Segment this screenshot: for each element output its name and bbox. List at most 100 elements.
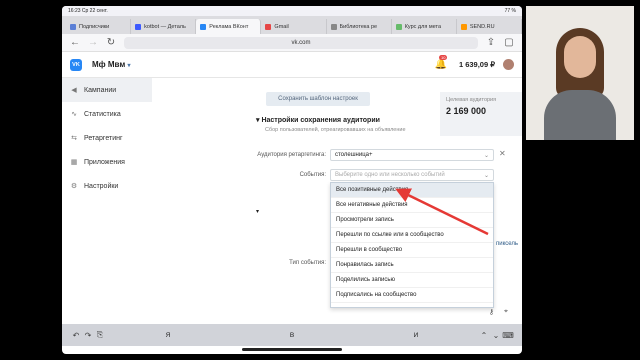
tab-label: Gmail xyxy=(274,23,289,30)
dropdown-option[interactable]: Понравилась запись xyxy=(331,258,493,273)
gear-icon: ⚙ xyxy=(70,183,78,190)
browser-tab[interactable]: Gmail xyxy=(261,19,327,34)
reload-icon[interactable]: ↻ xyxy=(106,37,116,48)
tab-favicon-icon xyxy=(135,23,142,30)
url-bar: ← → ↻ vk.com ⇪ ▢ xyxy=(62,34,522,52)
browser-tabs: Подписчики kotbot — Деталь Реклама ВКонт Gm… xyxy=(62,16,522,34)
home-indicator xyxy=(242,348,342,351)
audience-size-value: 2 169 000 xyxy=(446,106,487,116)
vk-logo[interactable]: VK xyxy=(70,58,82,71)
location-icon[interactable]: ⌖ xyxy=(504,308,508,316)
dropdown-option[interactable]: Перешли в сообщество xyxy=(331,243,493,258)
main-content: Сохранить шаблон настроек ▾ Настройки со… xyxy=(152,78,522,324)
browser-tab[interactable]: Библиотека ре xyxy=(327,19,392,34)
tab-favicon-icon xyxy=(200,23,207,30)
clipboard-icon[interactable]: ⎘ xyxy=(94,330,106,340)
presenter-body xyxy=(544,90,616,140)
dropdown-option[interactable]: Подписались на сообщество xyxy=(331,288,493,303)
apps-icon: ▦ xyxy=(70,159,78,166)
dropdown-option[interactable]: Просмотрели запись xyxy=(331,213,493,228)
pixel-link[interactable]: пиксель xyxy=(496,241,518,247)
tab-favicon-icon xyxy=(265,23,272,30)
forward-icon[interactable]: → xyxy=(88,37,98,48)
back-icon[interactable]: ← xyxy=(70,37,80,48)
key-icon[interactable]: ⚷ xyxy=(489,308,494,316)
sidebar-item[interactable]: ∿ Статистика xyxy=(62,102,152,126)
webcam-overlay xyxy=(526,6,634,140)
sidebar-item[interactable]: ◀ Кампании xyxy=(62,78,152,102)
tab-label: Курс для мета xyxy=(404,23,442,30)
sidebar-item-label: Настройки xyxy=(84,182,119,190)
collapsed-section-toggle[interactable]: ▾ xyxy=(256,208,259,215)
tab-label: Подписчики xyxy=(79,23,110,30)
sidebar-item[interactable]: ⚙ Настройки xyxy=(62,174,152,198)
tab-favicon-icon xyxy=(460,23,467,30)
share-icon[interactable]: ⇪ xyxy=(486,37,496,48)
bell-icon[interactable]: 🔔 10 xyxy=(434,55,447,70)
undo-icon[interactable]: ↶ xyxy=(70,331,82,340)
browser-tab[interactable]: SEND.RU xyxy=(457,19,522,34)
notification-badge: 10 xyxy=(439,55,447,60)
chevron-down-icon: ⌄ xyxy=(483,172,489,179)
vk-header: VK Мф Мвм ▾ 🔔 10 1 639,09 ₽ xyxy=(62,52,522,78)
address-field[interactable]: vk.com xyxy=(124,36,478,49)
sidebar-item-label: Статистика xyxy=(84,110,121,118)
section-title[interactable]: ▾ Настройки сохранения аудитории xyxy=(256,116,380,124)
audience-label: Аудитория ретаргетинга: xyxy=(257,152,326,158)
suggestion-2[interactable]: В xyxy=(230,332,354,339)
keyboard-suggestion-bar: ↶ ↷ ⎘ Я В И ⌃ ⌄ ⌨ xyxy=(62,324,522,346)
bottom-toolbar: ⚷ ⌖ xyxy=(489,308,508,316)
chevron-down-icon[interactable]: ⌄ xyxy=(490,331,502,340)
sidebar-item[interactable]: ⇆ Ретаргетинг xyxy=(62,126,152,150)
sidebar: ◀ Кампании ∿ Статистика ⇆ Ретаргетинг ▦ Приложе… xyxy=(62,78,152,198)
chevron-up-icon[interactable]: ⌃ xyxy=(478,331,490,340)
megaphone-icon: ◀ xyxy=(71,87,77,94)
ipad-screen: 16:23 Ср 22 сент. 77 % Подписчики kotbot … xyxy=(62,6,522,354)
suggestion-1[interactable]: Я xyxy=(106,332,230,339)
dropdown-option[interactable]: Все позитивные действия xyxy=(331,183,493,198)
avatar[interactable] xyxy=(503,59,514,70)
tab-favicon-icon xyxy=(70,23,76,30)
dropdown-option[interactable]: Все негативные действия xyxy=(331,198,493,213)
account-switcher[interactable]: Мф Мвм ▾ xyxy=(92,60,131,69)
dropdown-option[interactable]: Поделились записью xyxy=(331,273,493,288)
events-select[interactable]: Выберите одно или несколько событий ⌄ xyxy=(330,169,494,181)
sidebar-item[interactable]: ▦ Приложения xyxy=(62,150,152,174)
sidebar-item-label: Приложения xyxy=(84,158,125,166)
redo-icon[interactable]: ↷ xyxy=(82,331,94,340)
status-time: 16:23 Ср 22 сент. xyxy=(68,8,108,14)
audience-size-panel: Целевая аудитория 2 169 000 xyxy=(440,92,522,136)
tab-favicon-icon xyxy=(330,23,337,30)
tab-label: SEND.RU xyxy=(469,23,495,30)
tabs-icon[interactable]: ▢ xyxy=(504,37,514,48)
tab-favicon-icon xyxy=(395,23,402,30)
balance[interactable]: 1 639,09 ₽ xyxy=(459,60,495,69)
section-subtitle: Сбор пользователей, отреагировавших на о… xyxy=(265,127,406,133)
suggestion-3[interactable]: И xyxy=(354,332,478,339)
browser-tab[interactable]: Подписчики xyxy=(66,19,132,34)
sidebar-item-label: Кампании xyxy=(84,86,117,94)
keyboard-icon[interactable]: ⌨ xyxy=(502,331,514,340)
tab-label: kotbot — Деталь xyxy=(144,23,186,30)
events-dropdown: Все позитивные действия Все негативные де… xyxy=(330,182,494,308)
retarget-icon: ⇆ xyxy=(71,135,77,142)
audience-select[interactable]: столешница+ ⌄ xyxy=(330,149,494,161)
tab-label: Библиотека ре xyxy=(339,23,378,30)
events-label: События: xyxy=(299,172,326,178)
chevron-down-icon: ▾ xyxy=(127,63,131,69)
dropdown-option[interactable]: Перешли по ссылке или в сообщество xyxy=(331,228,493,243)
chart-icon: ∿ xyxy=(71,111,77,118)
status-bar: 16:23 Ср 22 сент. 77 % xyxy=(62,6,522,16)
sidebar-item-label: Ретаргетинг xyxy=(84,134,123,142)
close-icon[interactable]: ✕ xyxy=(499,149,506,158)
browser-tab[interactable]: Курс для мета xyxy=(392,19,457,34)
event-type-label: Тип события: xyxy=(289,260,326,266)
tab-label: Реклама ВКонт xyxy=(209,23,249,30)
presenter-face xyxy=(564,36,596,78)
chevron-down-icon: ⌄ xyxy=(483,152,489,159)
save-template-button[interactable]: Сохранить шаблон настроек xyxy=(266,92,370,106)
browser-tab[interactable]: kotbot — Деталь xyxy=(131,19,197,34)
browser-tab[interactable]: Реклама ВКонт xyxy=(196,19,262,34)
battery-level: 77 % xyxy=(504,8,516,14)
audience-size-title: Целевая аудитория xyxy=(446,97,497,103)
